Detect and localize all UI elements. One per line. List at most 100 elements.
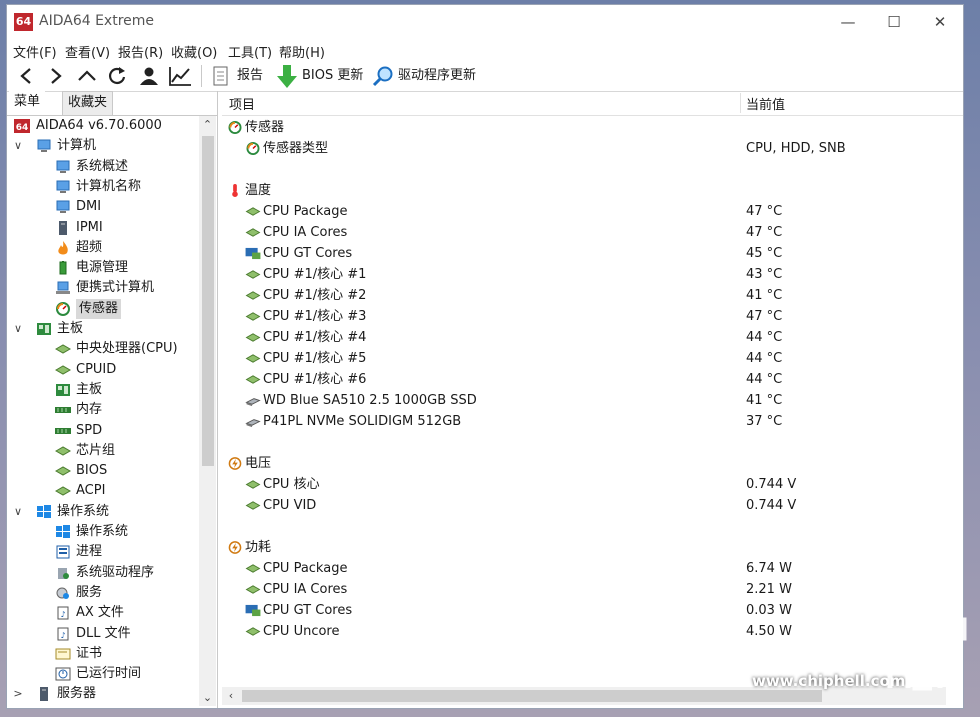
sensor-row[interactable]: CPU #1/核心 #5 44 °C xyxy=(222,348,963,369)
report-label: 报告 xyxy=(237,68,264,83)
chip-icon xyxy=(245,501,261,510)
tree-item-label: 已运行时间 xyxy=(76,666,142,682)
chip-icon xyxy=(55,344,71,354)
tab-menu[interactable]: 菜单 xyxy=(9,91,46,114)
sensor-name: CPU #1/核心 #2 xyxy=(263,288,367,303)
user-button[interactable] xyxy=(137,64,161,88)
up-button[interactable] xyxy=(75,64,99,88)
chart-button[interactable] xyxy=(167,64,193,88)
back-button[interactable] xyxy=(15,64,37,88)
sensor-value: 37 °C xyxy=(746,414,783,429)
toolbar-separator xyxy=(201,65,202,87)
close-button[interactable]: ✕ xyxy=(917,5,963,39)
chip-icon xyxy=(245,207,261,216)
collapse-arrow-icon[interactable]: ∨ xyxy=(12,136,24,156)
column-divider[interactable] xyxy=(740,93,741,113)
sensor-value: 41 °C xyxy=(746,288,783,303)
sensor-row[interactable]: CPU Package 47 °C xyxy=(222,201,963,222)
sensor-row[interactable]: 传感器类型 CPU, HDD, SNB xyxy=(222,138,963,159)
tree-item-label: 电源管理 xyxy=(76,260,129,276)
sensor-group-row[interactable]: 功耗 xyxy=(222,537,963,558)
download-arrow-icon xyxy=(277,65,297,88)
chip-icon xyxy=(245,354,261,363)
motherboard-icon xyxy=(56,383,70,396)
svg-text:♪: ♪ xyxy=(60,631,65,640)
scroll-down-icon[interactable]: ⌄ xyxy=(199,691,216,704)
sensor-value: CPU, HDD, SNB xyxy=(746,141,846,156)
menu-favorites[interactable]: 收藏(O) xyxy=(171,42,217,61)
tree-item-label: BIOS xyxy=(76,463,108,479)
sensor-value: 0.744 V xyxy=(746,498,797,513)
menu-view[interactable]: 查看(V) xyxy=(65,42,110,61)
menu-tools[interactable]: 工具(T) xyxy=(228,42,272,61)
sensor-value: 0.744 V xyxy=(746,477,797,492)
collapse-arrow-icon[interactable]: ∨ xyxy=(12,502,24,522)
sensor-row[interactable]: CPU #1/核心 #2 41 °C xyxy=(222,285,963,306)
sensor-name: CPU Package xyxy=(263,561,348,576)
sensor-row[interactable]: CPU Uncore 4.50 W xyxy=(222,621,963,642)
service-icon xyxy=(56,587,69,599)
sensor-row[interactable]: CPU #1/核心 #1 43 °C xyxy=(222,264,963,285)
sensor-group-row[interactable]: 温度 xyxy=(222,180,963,201)
svg-text:♪: ♪ xyxy=(60,610,65,619)
voltage-icon xyxy=(228,541,242,554)
server-icon xyxy=(40,687,48,702)
sensor-name: CPU Package xyxy=(263,204,348,219)
navigation-pane: 菜单 收藏夹 64 AIDA64 v6.70.6000 ∨ 计算机 系统概述 计算机名称 D… xyxy=(7,91,218,708)
chip-icon xyxy=(245,564,261,573)
sensor-group-label: 功耗 xyxy=(245,540,272,555)
chip-icon xyxy=(245,291,261,300)
tree-scroll-thumb[interactable] xyxy=(202,136,214,466)
back-arrow-icon xyxy=(20,68,31,84)
sensor-row[interactable]: CPU #1/核心 #3 47 °C xyxy=(222,306,963,327)
sensor-row[interactable]: WD Blue SA510 2.5 1000GB SSD 41 °C xyxy=(222,390,963,411)
minimize-button[interactable]: — xyxy=(825,5,871,39)
menu-file[interactable]: 文件(F) xyxy=(13,42,57,61)
scroll-left-icon[interactable]: ‹ xyxy=(224,689,238,702)
sensor-group-row[interactable]: 传感器 xyxy=(222,117,963,138)
forward-button[interactable] xyxy=(45,64,67,88)
sensor-row[interactable]: CPU VID 0.744 V xyxy=(222,495,963,516)
sensor-value: 2.21 W xyxy=(746,582,792,597)
menu-help[interactable]: 帮助(H) xyxy=(279,42,325,61)
sensor-row[interactable]: CPU IA Cores 2.21 W xyxy=(222,579,963,600)
disk-icon xyxy=(245,419,261,428)
sensor-row[interactable]: P41PL NVMe SOLIDIGM 512GB 37 °C xyxy=(222,411,963,432)
maximize-button[interactable]: ☐ xyxy=(871,5,917,39)
tree-vertical-scrollbar[interactable]: ⌃ ⌄ xyxy=(199,116,216,706)
sensor-name: CPU #1/核心 #3 xyxy=(263,309,367,324)
scroll-up-icon[interactable]: ⌃ xyxy=(199,118,216,131)
refresh-icon xyxy=(109,67,126,84)
list-scroll-thumb[interactable] xyxy=(242,690,822,702)
windows-icon xyxy=(56,525,70,538)
sensor-row[interactable]: CPU GT Cores 0.03 W xyxy=(222,600,963,621)
collapse-arrow-icon[interactable]: ∨ xyxy=(12,319,24,339)
sensor-row[interactable]: CPU #1/核心 #6 44 °C xyxy=(222,369,963,390)
menu-report[interactable]: 报告(R) xyxy=(118,42,163,61)
tree-item-label: 服务 xyxy=(76,584,103,600)
sensor-row[interactable]: CPU GT Cores 45 °C xyxy=(222,243,963,264)
expand-arrow-icon[interactable]: > xyxy=(12,684,24,704)
sensor-row[interactable]: CPU 核心 0.744 V xyxy=(222,474,963,495)
thermometer-icon xyxy=(232,184,238,197)
tree-item-label: 计算机名称 xyxy=(76,178,142,194)
battery-icon xyxy=(59,261,67,275)
sensor-row[interactable]: CPU #1/核心 #4 44 °C xyxy=(222,327,963,348)
aida64-app-icon: 64 xyxy=(14,13,33,31)
chip-icon xyxy=(245,480,261,489)
tree-item-label: 计算机 xyxy=(57,138,97,154)
sensor-name: CPU VID xyxy=(263,498,317,513)
aida64-window: 64 AIDA64 Extreme — ☐ ✕ 文件(F) 查看(V) 报告(R… xyxy=(6,4,964,709)
chip-icon xyxy=(55,466,71,476)
sensor-name: 传感器类型 xyxy=(263,141,329,156)
sensor-value: 47 °C xyxy=(746,225,783,240)
refresh-button[interactable] xyxy=(105,64,129,88)
column-value-header[interactable]: 当前值 xyxy=(746,94,785,113)
sensor-name: CPU #1/核心 #5 xyxy=(263,351,367,366)
column-item-header[interactable]: 项目 xyxy=(229,94,255,113)
sensor-row[interactable]: CPU IA Cores 47 °C xyxy=(222,222,963,243)
sensor-row[interactable]: CPU Package 6.74 W xyxy=(222,558,963,579)
memory-icon xyxy=(55,427,71,434)
tab-favorites[interactable]: 收藏夹 xyxy=(62,91,114,115)
sensor-group-row[interactable]: 电压 xyxy=(222,453,963,474)
